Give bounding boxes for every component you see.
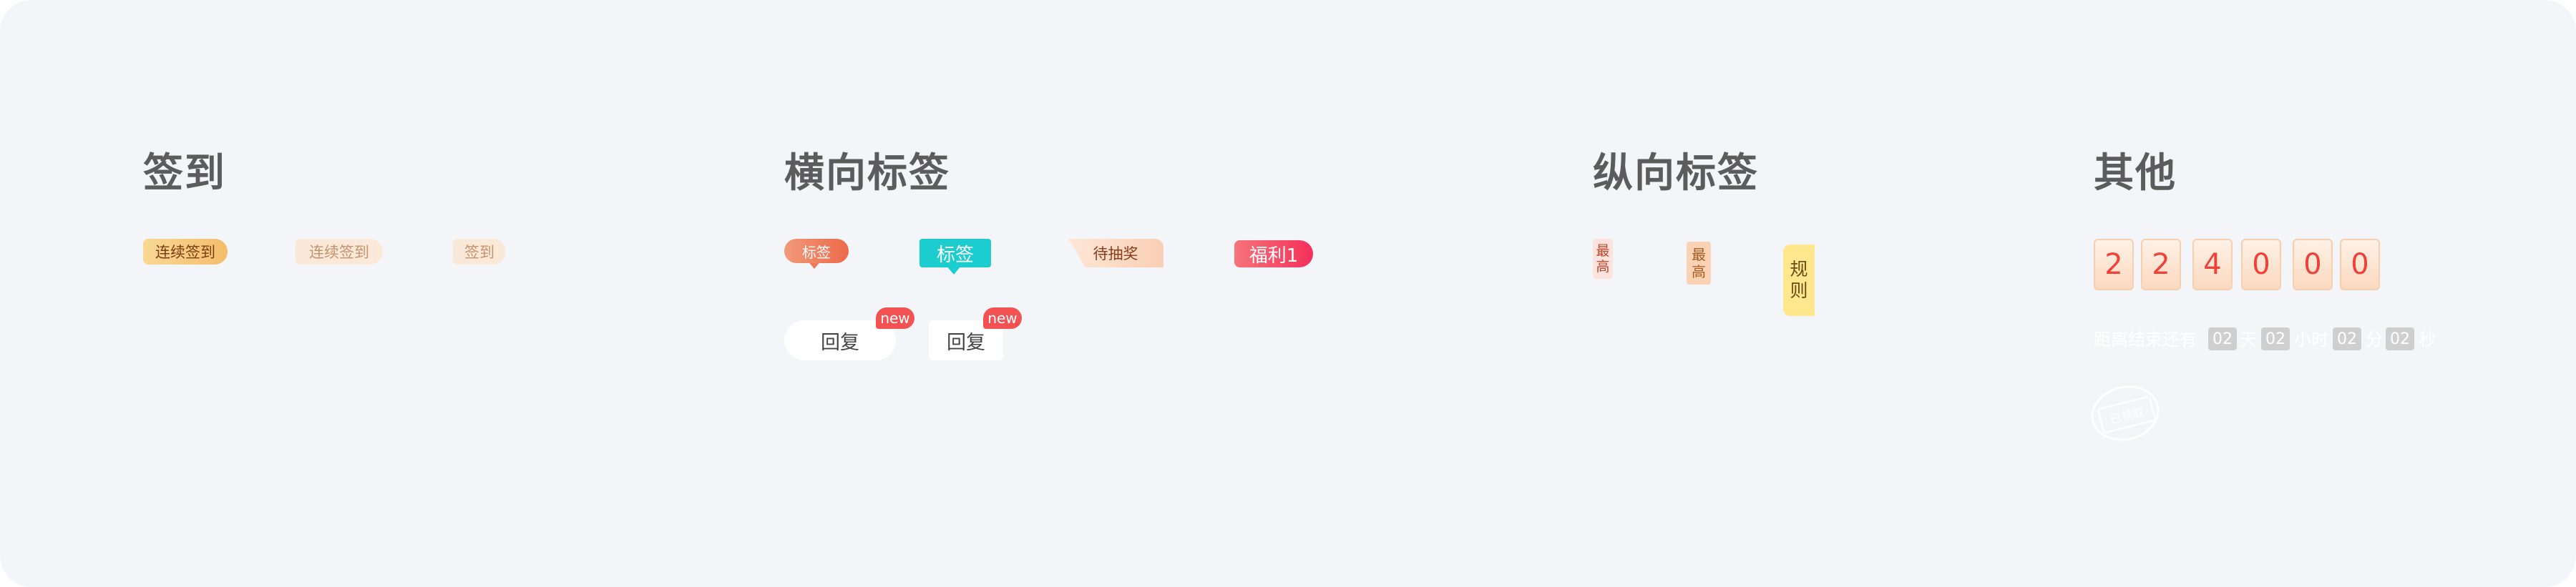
welfare-tag: 福利1 bbox=[1234, 240, 1313, 267]
vertical-tag-char: 规 bbox=[1790, 259, 1808, 280]
counter-digit: 2 bbox=[2094, 239, 2134, 290]
pending-lottery-tag: 待抽奖 bbox=[1093, 245, 1138, 262]
countdown-unit: 小时 bbox=[2294, 330, 2328, 350]
label-tag-teal: 标签 bbox=[919, 239, 991, 267]
vertical-tag-char: 高 bbox=[1596, 259, 1610, 275]
countdown-label: 距离结束还有 bbox=[2094, 330, 2197, 350]
label-tag-bubble: 标签 bbox=[784, 239, 849, 263]
rules-side-tab[interactable]: 规 则 bbox=[1783, 245, 1815, 316]
counter-digit: 0 bbox=[2241, 239, 2281, 290]
section-title-sign: 签到 bbox=[143, 150, 226, 197]
new-badge: new bbox=[876, 307, 914, 329]
vertical-tag-char: 最 bbox=[1692, 246, 1706, 263]
countdown-unit: 分 bbox=[2366, 330, 2383, 350]
vertical-tag-char: 最 bbox=[1596, 243, 1610, 259]
vertical-tag-char: 则 bbox=[1790, 280, 1808, 301]
stamp-text: 已领取 bbox=[2108, 405, 2145, 427]
sign-tag[interactable]: 签到 bbox=[453, 239, 506, 265]
vertical-tag-highest: 最 高 bbox=[1687, 242, 1711, 285]
counter-digit: 0 bbox=[2293, 239, 2333, 290]
section-title-horizontal-tags: 横向标签 bbox=[784, 150, 950, 197]
vertical-tag-highest-small: 最 高 bbox=[1593, 239, 1613, 279]
countdown-days: 02 bbox=[2208, 327, 2237, 350]
vertical-tag-char: 高 bbox=[1692, 263, 1706, 280]
section-title-other: 其他 bbox=[2094, 150, 2177, 197]
countdown-hours: 02 bbox=[2261, 327, 2290, 350]
new-badge: new bbox=[983, 307, 1022, 329]
countdown-minutes: 02 bbox=[2333, 327, 2361, 350]
countdown-unit: 秒 bbox=[2419, 330, 2436, 350]
countdown-unit: 天 bbox=[2240, 330, 2257, 350]
sign-tag-continuous-active[interactable]: 连续签到 bbox=[143, 239, 228, 265]
canvas-panel bbox=[0, 0, 2576, 587]
sign-tag-continuous[interactable]: 连续签到 bbox=[296, 239, 383, 265]
counter-digit: 0 bbox=[2340, 239, 2380, 290]
section-title-vertical-tags: 纵向标签 bbox=[1593, 150, 1759, 197]
counter-digit: 4 bbox=[2192, 239, 2233, 290]
counter-digit: 2 bbox=[2141, 239, 2181, 290]
countdown-seconds: 02 bbox=[2386, 327, 2414, 350]
